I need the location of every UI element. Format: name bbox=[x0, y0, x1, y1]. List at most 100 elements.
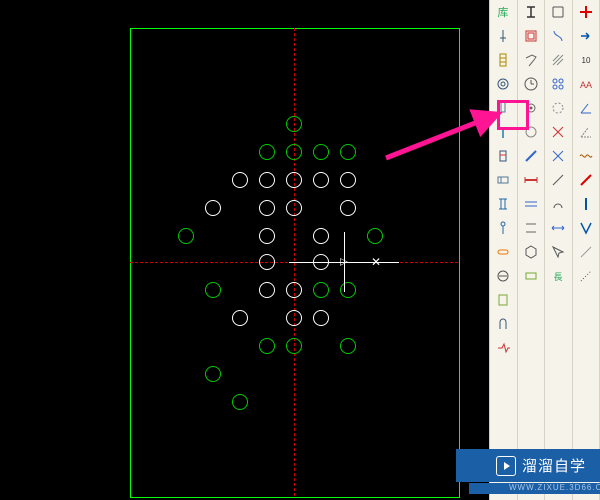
pattern-dot bbox=[340, 282, 356, 298]
tool-gear-alt[interactable] bbox=[518, 120, 545, 144]
tool-angle[interactable] bbox=[573, 96, 600, 120]
pattern-dot bbox=[259, 172, 275, 188]
pattern-dot bbox=[259, 254, 275, 270]
pattern-dot bbox=[286, 200, 302, 216]
tool-null bbox=[518, 288, 545, 312]
tool-hbar[interactable] bbox=[518, 168, 545, 192]
svg-text:長: 長 bbox=[554, 272, 563, 282]
tool-gear[interactable] bbox=[518, 96, 545, 120]
svg-text:AA: AA bbox=[580, 80, 592, 90]
pattern-dot bbox=[286, 116, 302, 132]
tool-column-2 bbox=[518, 0, 546, 500]
svg-text:库: 库 bbox=[498, 6, 509, 19]
pattern-dot bbox=[286, 310, 302, 326]
tool-cap[interactable] bbox=[545, 192, 572, 216]
tool-label10[interactable]: 10 bbox=[573, 48, 600, 72]
pattern-dot bbox=[367, 228, 383, 244]
tool-clock-target[interactable] bbox=[518, 72, 545, 96]
tool-hbar2[interactable] bbox=[518, 192, 545, 216]
pattern-dot bbox=[340, 338, 356, 354]
tool-dash-circle[interactable] bbox=[545, 96, 572, 120]
tool-cross[interactable] bbox=[545, 120, 572, 144]
tool-ubolt[interactable] bbox=[490, 312, 517, 336]
play-icon bbox=[496, 456, 516, 476]
tool-column-4: 10 AA bbox=[573, 0, 600, 500]
tool-line-gray[interactable] bbox=[573, 240, 600, 264]
tool-tbar[interactable] bbox=[490, 120, 517, 144]
pattern-dot bbox=[313, 144, 329, 160]
toolbox-panel: 库 長 10 AA bbox=[489, 0, 600, 500]
tool-frame[interactable] bbox=[518, 24, 545, 48]
tool-column-3: 長 bbox=[545, 0, 573, 500]
pattern-dot bbox=[205, 366, 221, 382]
tool-sbeam[interactable] bbox=[545, 24, 572, 48]
tool-line-red[interactable] bbox=[573, 168, 600, 192]
tool-slot[interactable] bbox=[490, 240, 517, 264]
tool-connector[interactable] bbox=[490, 168, 517, 192]
tool-bolt[interactable] bbox=[490, 144, 517, 168]
tool-wave[interactable] bbox=[573, 144, 600, 168]
tool-circle-grid[interactable] bbox=[545, 72, 572, 96]
tool-ibeam[interactable] bbox=[518, 0, 545, 24]
tool-line[interactable] bbox=[545, 168, 572, 192]
pattern-dot bbox=[232, 172, 248, 188]
pattern-dot bbox=[313, 282, 329, 298]
pattern-dot bbox=[205, 282, 221, 298]
cad-canvas[interactable]: ✕ ▷ bbox=[0, 0, 490, 500]
tool-beam3[interactable] bbox=[518, 264, 545, 288]
pattern-dot bbox=[259, 282, 275, 298]
watermark-badge: 溜溜自学 bbox=[456, 449, 600, 482]
tool-hbeam[interactable] bbox=[545, 0, 572, 24]
pattern-dot bbox=[259, 200, 275, 216]
tool-vee[interactable] bbox=[573, 216, 600, 240]
tool-column-1: 库 bbox=[490, 0, 518, 500]
tool-null bbox=[545, 312, 572, 336]
tool-null bbox=[573, 336, 600, 360]
tool-angle-dash[interactable] bbox=[573, 120, 600, 144]
pattern-dot bbox=[313, 228, 329, 244]
watermark-url: WWW.ZIXUE.3D66.COM bbox=[469, 483, 600, 494]
pattern-dot bbox=[313, 310, 329, 326]
tool-dbl[interactable] bbox=[518, 216, 545, 240]
pattern-dot bbox=[232, 394, 248, 410]
pattern-dot bbox=[313, 172, 329, 188]
tool-pin[interactable] bbox=[490, 24, 517, 48]
pattern-dot bbox=[286, 172, 302, 188]
tool-nut[interactable] bbox=[518, 240, 545, 264]
cursor-pickbox: ▷ bbox=[340, 257, 348, 268]
tool-null bbox=[545, 336, 572, 360]
tool-text[interactable]: AA bbox=[573, 72, 600, 96]
pattern-dot bbox=[178, 228, 194, 244]
tool-arrow-r[interactable] bbox=[573, 24, 600, 48]
pattern-dot bbox=[286, 282, 302, 298]
tool-hammer[interactable] bbox=[518, 48, 545, 72]
pattern-dot bbox=[205, 200, 221, 216]
tool-screw[interactable] bbox=[490, 96, 517, 120]
pattern-dot bbox=[286, 338, 302, 354]
tool-null bbox=[545, 288, 572, 312]
tool-meas[interactable]: 長 bbox=[545, 264, 572, 288]
tool-flange[interactable] bbox=[490, 192, 517, 216]
tool-null bbox=[573, 288, 600, 312]
tool-joint[interactable] bbox=[490, 336, 517, 360]
tool-pointer[interactable] bbox=[545, 240, 572, 264]
tool-hex[interactable] bbox=[490, 264, 517, 288]
tool-bracket[interactable] bbox=[490, 288, 517, 312]
pattern-dot bbox=[340, 200, 356, 216]
pattern-dot bbox=[340, 144, 356, 160]
tool-stud[interactable] bbox=[490, 216, 517, 240]
tool-column[interactable] bbox=[490, 48, 517, 72]
tool-dim[interactable] bbox=[545, 216, 572, 240]
tool-vline-blue[interactable] bbox=[573, 192, 600, 216]
tool-line-dot[interactable] bbox=[573, 264, 600, 288]
cursor-x-mark: ✕ bbox=[371, 255, 381, 269]
pattern-dot bbox=[286, 144, 302, 160]
tool-cross2[interactable] bbox=[545, 144, 572, 168]
drawing-boundary bbox=[130, 28, 460, 498]
tool-库[interactable]: 库 bbox=[490, 0, 517, 24]
svg-text:10: 10 bbox=[581, 56, 590, 65]
tool-slash[interactable] bbox=[518, 144, 545, 168]
tool-plus-red[interactable] bbox=[573, 0, 600, 24]
tool-spring[interactable] bbox=[490, 72, 517, 96]
tool-hatch[interactable] bbox=[545, 48, 572, 72]
